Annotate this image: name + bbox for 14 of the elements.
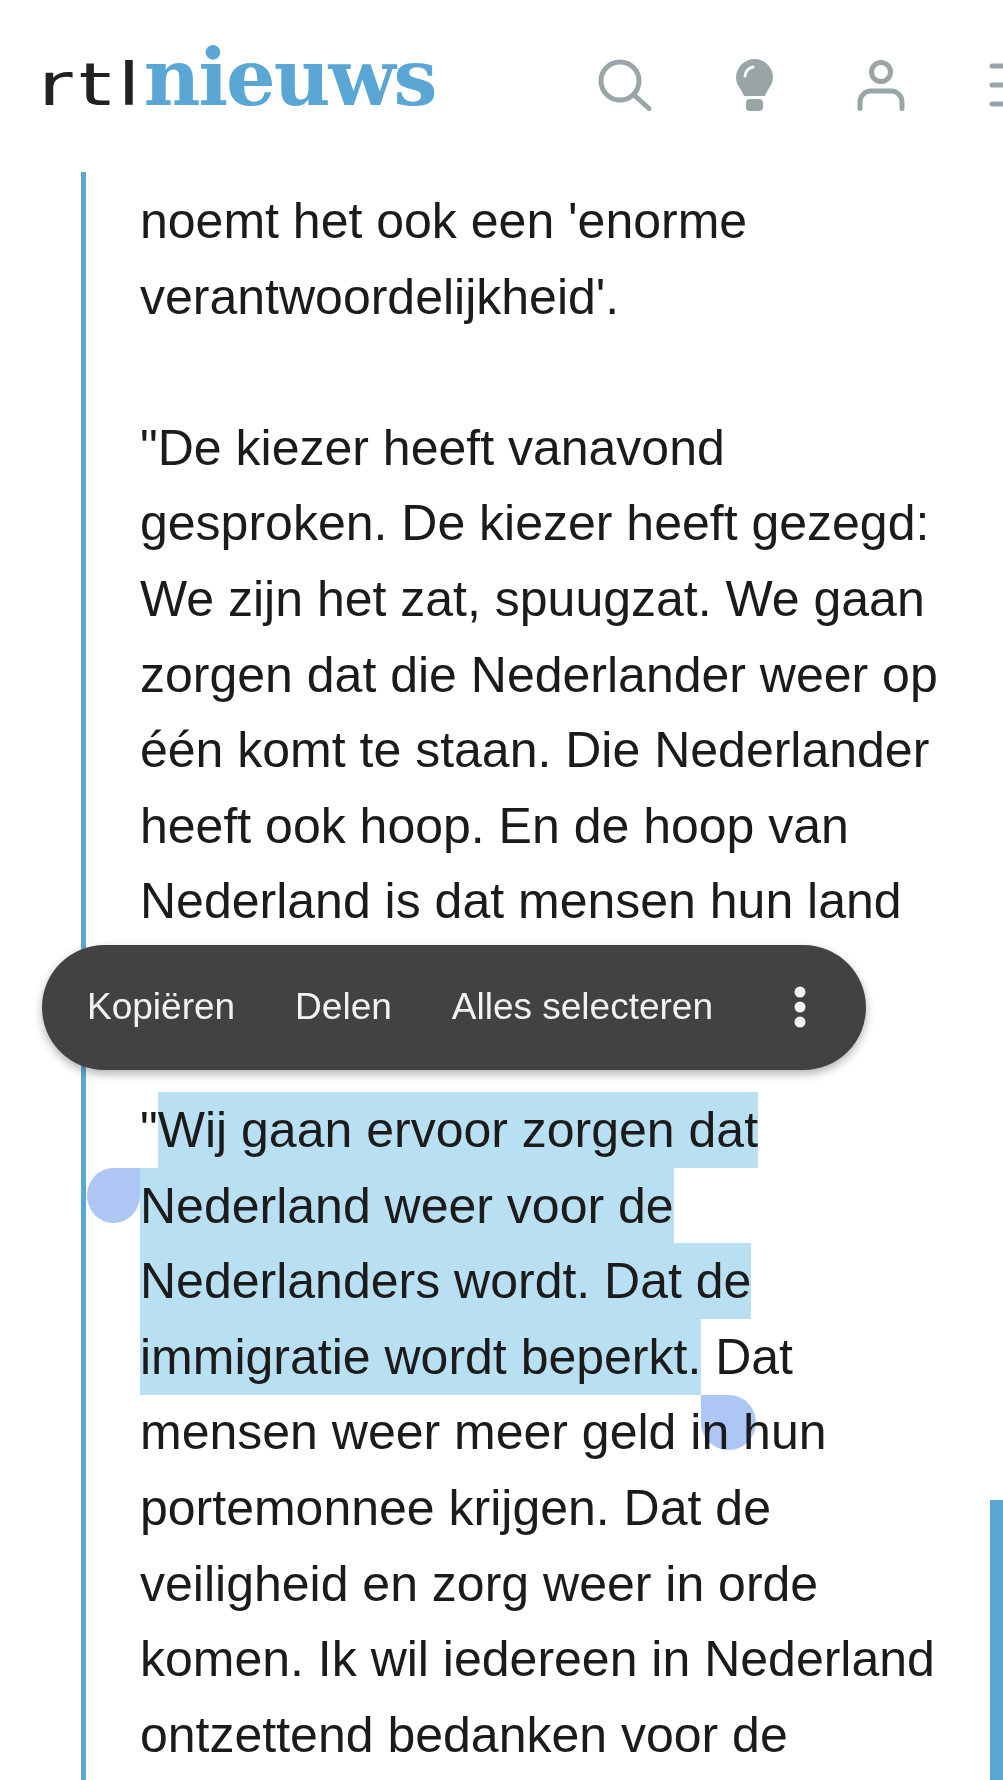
search-icon[interactable] bbox=[598, 59, 652, 111]
article-paragraph: noemt het ook een 'enorme verantwoordelijkheid'. bbox=[140, 192, 749, 327]
more-options-icon[interactable] bbox=[794, 986, 806, 1029]
article-paragraph: "De kiezer heeft vanavond gesproken. De kiezer heeft gezegd: We zijn het zat, spuugzat. We gaan zorgen dat die Nederlander weer op één komt te staan. Die Nederlander heeft ook hoop. En de hoop van Nederland is dat mensen hun land bbox=[140, 418, 939, 932]
scrollbar-thumb[interactable] bbox=[990, 1500, 1003, 1780]
site-logo[interactable]: rtl nieuws bbox=[38, 39, 436, 117]
person-icon[interactable] bbox=[857, 59, 905, 111]
share-button[interactable]: Delen bbox=[265, 944, 422, 1070]
copy-button[interactable]: Kopiëren bbox=[57, 944, 266, 1070]
lightbulb-icon[interactable] bbox=[736, 59, 773, 111]
article-paragraph: "Wij gaan ervoor zorgen dat Nederland weer voor de Nederlanders wordt. Dat de immigratie wordt beperkt. Dat mensen weer meer geld in hun portemonnee krijgen. Dat de veiligheid en zorg weer in orde komen. Ik wil iedereen in Nederland ontzettend bedanken voor de bbox=[140, 1092, 960, 1774]
menu-icon[interactable] bbox=[989, 63, 1003, 107]
selection-handle[interactable] bbox=[87, 1167, 140, 1223]
select-all-button[interactable]: Alles selecteren bbox=[421, 944, 743, 1070]
